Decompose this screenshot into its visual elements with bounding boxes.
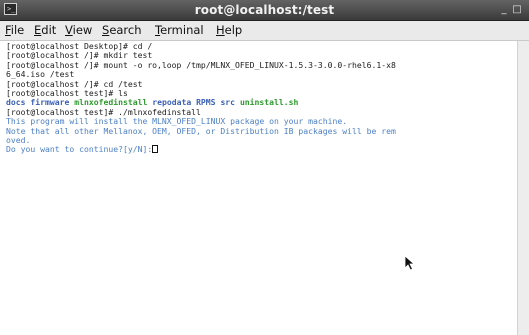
menu-edit-label: dit — [41, 23, 57, 37]
ls-entry-docs: docs — [6, 97, 26, 108]
menu-search-label: earch — [109, 23, 142, 37]
menu-edit[interactable]: Edit — [33, 23, 57, 38]
terminal-output-area[interactable]: [root@localhost Desktop]# cd / [root@loc… — [0, 41, 517, 335]
menu-bar: File Edit View Search Terminal Help — [0, 21, 529, 41]
maximize-button[interactable]: □ — [511, 2, 523, 17]
menu-view-label: iew — [72, 23, 93, 37]
minimize-button[interactable]: _ — [498, 2, 510, 17]
menu-help[interactable]: Help — [215, 23, 243, 38]
title-bar[interactable]: >_ root@localhost:/test _ □ — [0, 0, 529, 21]
menu-help-label: elp — [224, 23, 243, 37]
menu-search[interactable]: Search — [101, 23, 143, 38]
mouse-pointer-icon — [404, 255, 416, 271]
vertical-scrollbar[interactable] — [517, 41, 529, 335]
window-title: root@localhost:/test — [194, 3, 335, 17]
menu-file[interactable]: File — [4, 23, 25, 38]
ls-entry-rpms: RPMS — [196, 97, 216, 108]
menu-terminal-label: erminal — [160, 23, 204, 37]
menu-view-mnemonic: V — [65, 23, 73, 37]
installer-message-line: Note that all other Mellanox, OEM, OFED,… — [6, 125, 396, 136]
ls-entry-repodata: repodata — [152, 97, 192, 108]
menu-view[interactable]: View — [64, 23, 93, 38]
menu-terminal[interactable]: Terminal — [154, 23, 205, 38]
continue-prompt-line: Do you want to continue?[y/N]: — [6, 145, 517, 154]
ls-entry-src: src — [220, 97, 236, 108]
terminal-line: [root@localhost /]# mount -o ro,loop /tm… — [6, 59, 396, 70]
menu-help-mnemonic: H — [216, 23, 225, 37]
terminal-window: >_ root@localhost:/test _ □ File Edit Vi… — [0, 0, 529, 335]
continue-prompt: Do you want to continue?[y/N]: — [6, 144, 153, 155]
ls-entry-firmware: firmware — [30, 97, 70, 108]
ls-entry-mlnxofedinstall: mlnxofedinstall — [74, 97, 148, 108]
terminal-lines: [root@localhost Desktop]# cd / [root@loc… — [6, 41, 517, 155]
text-cursor[interactable] — [152, 145, 159, 154]
ls-entry-uninstall: uninstall.sh — [239, 97, 299, 108]
menu-file-label: ile — [10, 23, 25, 37]
